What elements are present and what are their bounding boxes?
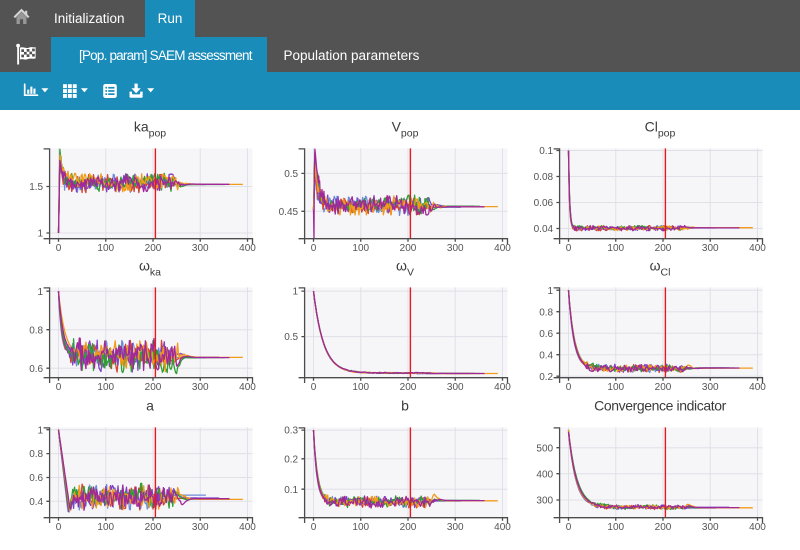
svg-text:100: 100 [607, 522, 624, 533]
svg-text:Clpop: Clpop [645, 119, 676, 140]
svg-text:100: 100 [97, 522, 114, 533]
svg-text:ωV: ωV [396, 258, 414, 279]
svg-text:ωCl: ωCl [650, 258, 671, 279]
svg-text:kapop: kapop [134, 119, 166, 140]
svg-text:200: 200 [655, 522, 672, 533]
svg-text:0.3: 0.3 [284, 425, 298, 436]
svg-text:0.1: 0.1 [284, 484, 298, 495]
svg-text:Vpop: Vpop [392, 119, 419, 140]
svg-text:1.5: 1.5 [29, 182, 43, 193]
svg-text:0: 0 [311, 522, 317, 533]
svg-text:300: 300 [447, 522, 464, 533]
svg-text:300: 300 [192, 522, 209, 533]
svg-text:400: 400 [239, 522, 256, 533]
svg-text:300: 300 [702, 522, 719, 533]
svg-text:0.4: 0.4 [29, 497, 43, 508]
svg-text:1: 1 [548, 286, 554, 297]
svg-text:0.06: 0.06 [534, 198, 554, 209]
svg-text:0.8: 0.8 [29, 449, 43, 460]
svg-text:0.5: 0.5 [284, 333, 298, 344]
svg-text:Convergence indicator: Convergence indicator [594, 397, 726, 413]
svg-text:0.6: 0.6 [539, 329, 553, 340]
svg-text:0.2: 0.2 [284, 454, 298, 465]
svg-text:200: 200 [145, 522, 162, 533]
svg-text:100: 100 [352, 522, 369, 533]
svg-text:0.45: 0.45 [279, 207, 299, 218]
svg-text:1: 1 [38, 425, 44, 436]
svg-text:0.2: 0.2 [539, 372, 553, 383]
svg-text:0.5: 0.5 [284, 169, 298, 180]
svg-text:400: 400 [494, 522, 511, 533]
svg-text:0.8: 0.8 [29, 326, 43, 337]
svg-text:0.4: 0.4 [539, 351, 553, 362]
svg-text:0.6: 0.6 [29, 364, 43, 375]
svg-text:1: 1 [38, 287, 44, 298]
svg-text:0.6: 0.6 [29, 473, 43, 484]
svg-text:a: a [146, 397, 154, 413]
svg-text:0.1: 0.1 [539, 146, 553, 157]
svg-text:1: 1 [38, 229, 44, 240]
svg-text:0: 0 [566, 522, 572, 533]
svg-text:200: 200 [400, 522, 417, 533]
svg-text:300: 300 [536, 495, 553, 506]
svg-text:400: 400 [749, 522, 766, 533]
svg-text:0.08: 0.08 [534, 172, 554, 183]
svg-text:500: 500 [536, 443, 553, 454]
svg-text:ωka: ωka [139, 258, 161, 279]
svg-text:400: 400 [536, 469, 553, 480]
svg-text:0: 0 [56, 522, 62, 533]
svg-text:0.04: 0.04 [534, 224, 554, 235]
svg-text:b: b [401, 397, 409, 413]
svg-text:0.8: 0.8 [539, 308, 553, 319]
svg-text:1: 1 [293, 287, 299, 298]
